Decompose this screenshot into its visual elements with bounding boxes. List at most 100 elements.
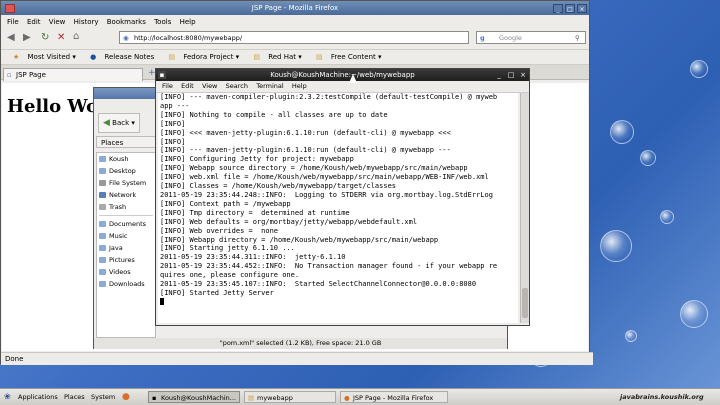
firefox-icon: ● (344, 394, 350, 402)
bookmark-release-notes[interactable]: ● Release Notes (84, 53, 154, 61)
folder-icon (99, 233, 106, 239)
terminal-close-button[interactable]: × (519, 71, 527, 79)
applications-menu[interactable]: Applications (18, 391, 58, 403)
menu-help[interactable]: Help (180, 18, 196, 26)
tab-label: JSP Page (16, 71, 46, 79)
drive-icon (99, 180, 106, 186)
bubble-decoration (625, 330, 637, 342)
terminal-line: [INFO] (160, 119, 186, 128)
terminal-line: [INFO] Nothing to compile - all classes … (160, 110, 388, 119)
bookmark-fedora-project[interactable]: ▤ Fedora Project ▾ (162, 53, 239, 61)
bookmark-free-content[interactable]: ▤ Free Content ▾ (310, 53, 382, 61)
menu-view[interactable]: View (49, 18, 66, 26)
home-icon[interactable]: ⌂ (73, 31, 79, 42)
scrollbar-thumb[interactable] (522, 288, 528, 318)
menu-file[interactable]: File (7, 18, 19, 26)
place-documents[interactable]: Documents (97, 218, 155, 230)
terminal-scrollbar[interactable] (520, 93, 529, 323)
place-label: Desktop (109, 167, 136, 175)
menu-history[interactable]: History (74, 18, 99, 26)
task-file-browser[interactable]: ▤ mywebapp (244, 391, 336, 403)
menu-edit[interactable]: Edit (27, 18, 41, 26)
place-koush[interactable]: Koush (97, 153, 155, 165)
place-file-system[interactable]: File System (97, 177, 155, 189)
minimize-button[interactable]: _ (553, 4, 563, 13)
system-menu[interactable]: System (91, 391, 115, 403)
folder-icon (99, 221, 106, 227)
folder-icon (99, 245, 106, 251)
page-favicon-icon: ◉ (123, 34, 129, 42)
folder-icon: ▤ (168, 53, 178, 61)
page-heading: Hello Wo (7, 96, 99, 117)
menu-tools[interactable]: Tools (154, 18, 171, 26)
place-label: Downloads (109, 280, 145, 288)
place-pictures[interactable]: Pictures (97, 254, 155, 266)
search-icon[interactable]: ⚲ (575, 32, 580, 45)
terminal-line: [INFO] <<< maven-jetty-plugin:6.1.10:run… (160, 128, 451, 137)
folder-icon: ▤ (248, 394, 255, 402)
place-label: Documents (109, 220, 147, 228)
firefox-statusbar: Done (1, 352, 593, 365)
maximize-button[interactable]: □ (565, 4, 575, 13)
terminal-menu-view[interactable]: View (202, 82, 217, 90)
terminal-line: [INFO] web.xml file = /home/Koush/web/my… (160, 173, 489, 182)
folder-icon (99, 257, 106, 263)
place-music[interactable]: Music (97, 230, 155, 242)
terminal-maximize-button[interactable]: □ (507, 71, 515, 79)
forward-arrow-icon[interactable]: ▶ (23, 32, 31, 43)
task-firefox[interactable]: ● JSP Page - Mozilla Firefox (340, 391, 448, 403)
file-browser-statusbar: "pom.xml" selected (1.2 KB), Free space:… (94, 338, 507, 349)
terminal-menu-file[interactable]: File (162, 82, 173, 90)
firefox-title: JSP Page - Mozilla Firefox (251, 4, 339, 12)
firefox-titlebar[interactable]: JSP Page - Mozilla Firefox (1, 1, 589, 15)
terminal-minimize-button[interactable]: _ (495, 71, 503, 79)
taskbar: ❀ Applications Places System ● ▪ Koush@Ko… (0, 388, 720, 405)
search-box[interactable]: g Google ⚲ (476, 31, 586, 44)
terminal-menu-terminal[interactable]: Terminal (256, 82, 283, 90)
place-videos[interactable]: Videos (97, 266, 155, 278)
tab-favicon-icon: ▫ (7, 71, 12, 79)
stop-icon[interactable]: ✕ (57, 32, 65, 43)
terminal-cursor (160, 297, 518, 308)
terminal-window: Koush@KoushMachine:~/web/mywebapp ▪ _ □ … (155, 68, 530, 326)
back-button[interactable]: ◀ Back ▾ (98, 113, 140, 133)
back-arrow-icon[interactable]: ◀ (7, 32, 15, 43)
menu-bookmarks[interactable]: Bookmarks (107, 18, 146, 26)
terminal-menu-search[interactable]: Search (226, 82, 248, 90)
bookmark-most-visited[interactable]: ★ Most Visited ▾ (7, 53, 76, 61)
task-terminal[interactable]: ▪ Koush@KoushMachin... (148, 391, 240, 403)
place-downloads[interactable]: Downloads (97, 278, 155, 290)
place-label: Trash (109, 203, 127, 211)
terminal-line: [INFO] Started Jetty Server (160, 288, 274, 297)
close-button[interactable]: × (577, 4, 587, 13)
terminal-icon: ▪ (152, 394, 157, 402)
terminal-menu-help[interactable]: Help (292, 82, 307, 90)
place-label: File System (109, 179, 147, 187)
places-dropdown[interactable]: Places (96, 136, 156, 148)
place-desktop[interactable]: Desktop (97, 165, 155, 177)
folder-icon: ▤ (316, 53, 325, 61)
terminal-output[interactable]: [INFO] --- maven-compiler-plugin:2.3.2:t… (158, 93, 518, 323)
terminal-line: 2011-05-19 23:35:44.311::INFO: jetty-6.1… (160, 253, 346, 262)
url-bar[interactable]: ◉ http://localhost:8080/mywebapp/ (119, 31, 469, 44)
bubble-decoration (600, 230, 632, 262)
terminal-line: [INFO] Configuring Jetty for project: my… (160, 155, 354, 164)
terminal-line: 2011-05-19 23:35:44.452::INFO: No Transa… (160, 262, 498, 271)
brand-watermark: javabrains.koushik.org (620, 393, 704, 401)
bookmark-star-icon: ★ (13, 53, 22, 61)
folder-icon (99, 269, 106, 275)
place-network[interactable]: Network (97, 189, 155, 201)
place-trash[interactable]: Trash (97, 201, 155, 213)
bookmark-red-hat[interactable]: ▤ Red Hat ▾ (247, 53, 301, 61)
firefox-launcher-icon[interactable]: ● (122, 391, 130, 403)
task-label: Koush@KoushMachin... (161, 394, 236, 402)
navigation-toolbar: ◀ ▶ ↻ ✕ ⌂ ◉ http://localhost:8080/myweba… (1, 29, 589, 50)
places-menu[interactable]: Places (64, 391, 85, 403)
terminal-menu-edit[interactable]: Edit (181, 82, 194, 90)
bookmark-label: Red Hat (268, 53, 297, 61)
place-java[interactable]: Java (97, 242, 155, 254)
terminal-line: [INFO] Starting jetty 6.1.10 ... (160, 244, 295, 253)
tab-jsp-page[interactable]: ▫ JSP Page (3, 68, 143, 81)
reload-icon[interactable]: ↻ (41, 32, 49, 43)
terminal-titlebar[interactable]: Koush@KoushMachine:~/web/mywebapp (156, 69, 529, 81)
